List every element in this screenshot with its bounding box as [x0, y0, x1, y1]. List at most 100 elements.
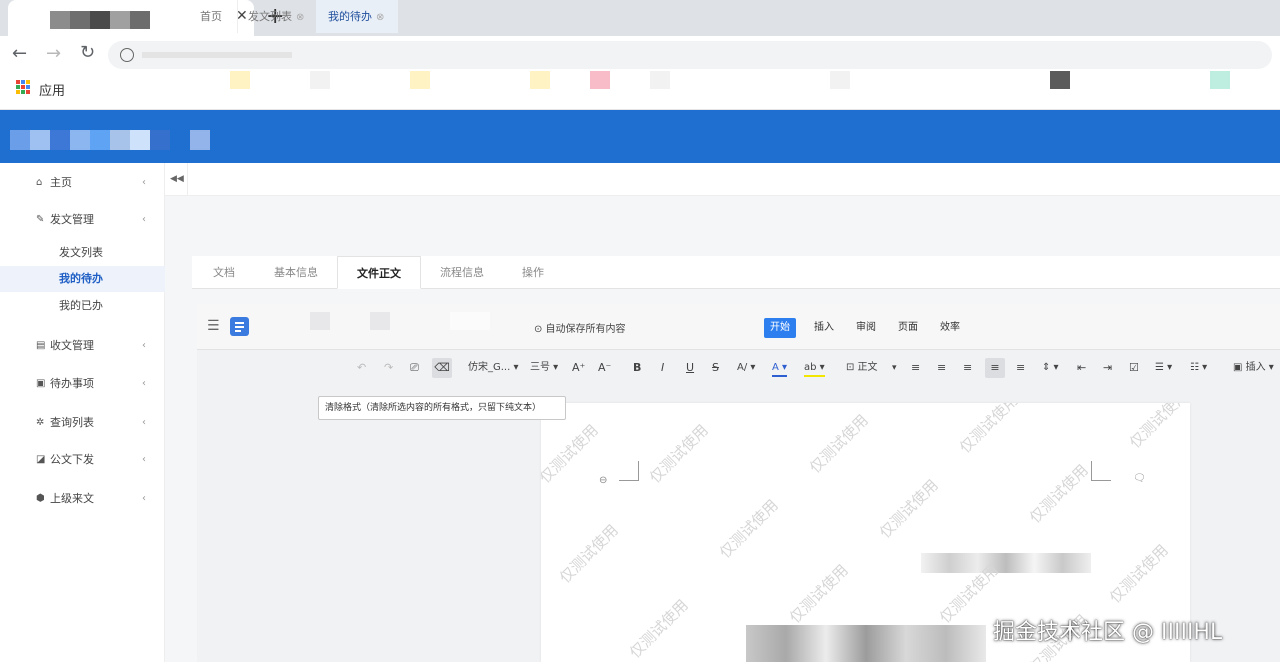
sidebar-item-query[interactable]: ✲ 查询列表 ‹ — [0, 405, 165, 441]
align-center-icon[interactable]: ≡ — [937, 361, 946, 375]
font-size-select[interactable]: 三号 ▾ — [530, 361, 558, 375]
sidebar-item-home[interactable]: ⌂ 主页 ‹ — [0, 165, 165, 201]
ribbon-tab-review[interactable]: 审阅 — [850, 318, 882, 338]
sidebar-item-label: 查询列表 — [50, 416, 94, 429]
sidebar-item-outgoing[interactable]: ✎ 发文管理 ‹ — [0, 202, 165, 238]
footer-watermark: 掘金技术社区 @ IIIIIHL — [993, 620, 1223, 645]
tab-operations[interactable]: 操作 — [510, 256, 556, 289]
tab-document-body[interactable]: 文件正文 — [337, 256, 421, 289]
bookmark-pixelated[interactable] — [830, 71, 850, 89]
chevron-left-icon: ‹ — [142, 214, 146, 225]
todo-icon: ▣ — [36, 378, 46, 389]
sidebar-subitem-my-todo[interactable]: 我的待办 — [0, 266, 165, 292]
checkbox-icon[interactable]: ☑ — [1129, 361, 1139, 375]
tab-title-pixelated — [130, 11, 150, 29]
bullet-list-icon[interactable]: ☰ ▾ — [1155, 361, 1172, 375]
justify-icon[interactable]: ≡ — [985, 358, 1005, 378]
ribbon-tab-insert[interactable]: 插入 — [808, 318, 840, 338]
tab-home[interactable]: 首页 — [200, 0, 234, 33]
tab-document[interactable]: 文档 — [200, 256, 248, 289]
paragraph-style-select[interactable]: ⊡ 正文 — [846, 361, 878, 375]
apps-grid-icon[interactable] — [16, 80, 30, 94]
bookmark-pixelated[interactable] — [650, 71, 670, 89]
app-logo-pixelated — [90, 130, 110, 150]
watermark-text: 仅测试使用 — [785, 560, 852, 627]
sidebar-item-superior[interactable]: ⬢ 上级来文 ‹ — [0, 481, 165, 517]
ribbon-tab-efficiency[interactable]: 效率 — [934, 318, 966, 338]
align-right-icon[interactable]: ≡ — [963, 361, 972, 375]
distribute-icon[interactable]: ≡ — [1016, 361, 1025, 375]
clear-format-tooltip: 清除格式（清除所选内容的所有格式，只留下纯文本） — [318, 396, 566, 420]
app-logo-pixelated — [190, 130, 210, 150]
watermark-text: 仅测试使用 — [625, 595, 692, 662]
tab-flow-info[interactable]: 流程信息 — [428, 256, 496, 289]
ribbon-tab-page[interactable]: 页面 — [892, 318, 924, 338]
bookmark-pixelated[interactable] — [590, 71, 610, 89]
app-logo-pixelated — [110, 130, 130, 150]
back-arrow-icon[interactable]: ← — [12, 43, 27, 64]
change-case-button[interactable]: A/ ▾ — [737, 361, 755, 375]
hamburger-menu-icon[interactable]: ☰ — [207, 318, 220, 334]
style-dropdown-icon[interactable]: ▾ — [892, 361, 897, 375]
tab-basic-info[interactable]: 基本信息 — [262, 256, 330, 289]
app-logo-pixelated — [130, 130, 150, 150]
bookmark-pixelated[interactable] — [1210, 71, 1230, 89]
format-painter-icon[interactable]: ⎚ — [410, 361, 419, 375]
sidebar-item-incoming[interactable]: ▤ 收文管理 ‹ — [0, 328, 165, 364]
app-logo-pixelated — [30, 130, 50, 150]
bookmark-pixelated[interactable] — [1050, 71, 1070, 89]
content-header-strip — [165, 196, 1280, 242]
underline-button[interactable]: U — [686, 361, 694, 375]
bookmark-pixelated[interactable] — [310, 71, 330, 89]
watermark-text: 仅测试使用 — [645, 420, 712, 487]
watermark-text: 仅测试使用 — [1105, 540, 1172, 607]
sidebar-subitem-my-done[interactable]: 我的已办 — [0, 293, 165, 319]
redo-icon[interactable]: ↷ — [384, 361, 393, 375]
sidebar-item-todo[interactable]: ▣ 待办事项 ‹ — [0, 366, 165, 402]
font-color-button[interactable]: A ▾ — [772, 361, 788, 377]
tab-label: 我的待办 — [328, 10, 372, 23]
reload-icon[interactable]: ↻ — [80, 42, 95, 63]
chevron-left-icon: ‹ — [142, 417, 146, 428]
sidebar-item-label: 发文管理 — [50, 213, 94, 226]
tab-title-pixelated — [90, 11, 110, 29]
grow-font-icon[interactable]: A⁺ — [572, 361, 585, 375]
strikethrough-button[interactable]: S — [712, 361, 719, 375]
increase-indent-icon[interactable]: ⇥ — [1103, 361, 1112, 375]
tab-outgoing-list[interactable]: 发文列表 ⊗ — [237, 0, 312, 33]
sidebar-item-publish[interactable]: ◪ 公文下发 ‹ — [0, 442, 165, 478]
watermark-text: 仅测试使用 — [555, 520, 622, 587]
address-bar[interactable] — [108, 41, 1272, 69]
collapse-tabs-icon[interactable]: ◀◀ — [170, 174, 184, 184]
tab-my-todo[interactable]: 我的待办 ⊗ — [316, 0, 398, 33]
publish-icon: ◪ — [36, 454, 46, 465]
ribbon-tab-start[interactable]: 开始 — [764, 318, 796, 338]
watermark-text: 仅测试使用 — [805, 410, 872, 477]
forward-arrow-icon[interactable]: → — [46, 43, 61, 64]
font-name-select[interactable]: 仿宋_G... ▾ — [468, 361, 518, 375]
clear-format-icon[interactable]: ⌫ — [432, 358, 452, 378]
inbox-icon: ▤ — [36, 340, 46, 351]
bookmark-pixelated[interactable] — [410, 71, 430, 89]
bookmark-pixelated[interactable] — [230, 71, 250, 89]
align-left-icon[interactable]: ≡ — [911, 361, 920, 375]
decrease-indent-icon[interactable]: ⇤ — [1077, 361, 1086, 375]
numbered-list-icon[interactable]: ☷ ▾ — [1190, 361, 1207, 375]
url-blurred — [142, 52, 292, 58]
bookmark-pixelated[interactable] — [530, 71, 550, 89]
italic-button[interactable]: I — [661, 361, 664, 375]
doc-title-pixelated — [310, 312, 330, 330]
shrink-font-icon[interactable]: A⁻ — [598, 361, 611, 375]
close-tab-icon[interactable]: ⊗ — [296, 12, 304, 23]
comment-icon[interactable]: 🗨 — [1133, 473, 1146, 484]
highlight-button[interactable]: ab ▾ — [804, 361, 825, 377]
insert-button[interactable]: ▣ 插入 ▾ — [1233, 361, 1274, 375]
bookmark-apps[interactable]: 应用 — [39, 80, 65, 99]
close-tab-icon[interactable]: ⊗ — [376, 12, 384, 23]
sidebar-subitem-outgoing-list[interactable]: 发文列表 — [0, 240, 165, 266]
content-pixelated — [921, 553, 1091, 573]
app-logo-pixelated — [70, 130, 90, 150]
line-spacing-icon[interactable]: ⇕ ▾ — [1042, 361, 1059, 375]
undo-icon[interactable]: ↶ — [357, 361, 366, 375]
bold-button[interactable]: B — [633, 361, 641, 375]
